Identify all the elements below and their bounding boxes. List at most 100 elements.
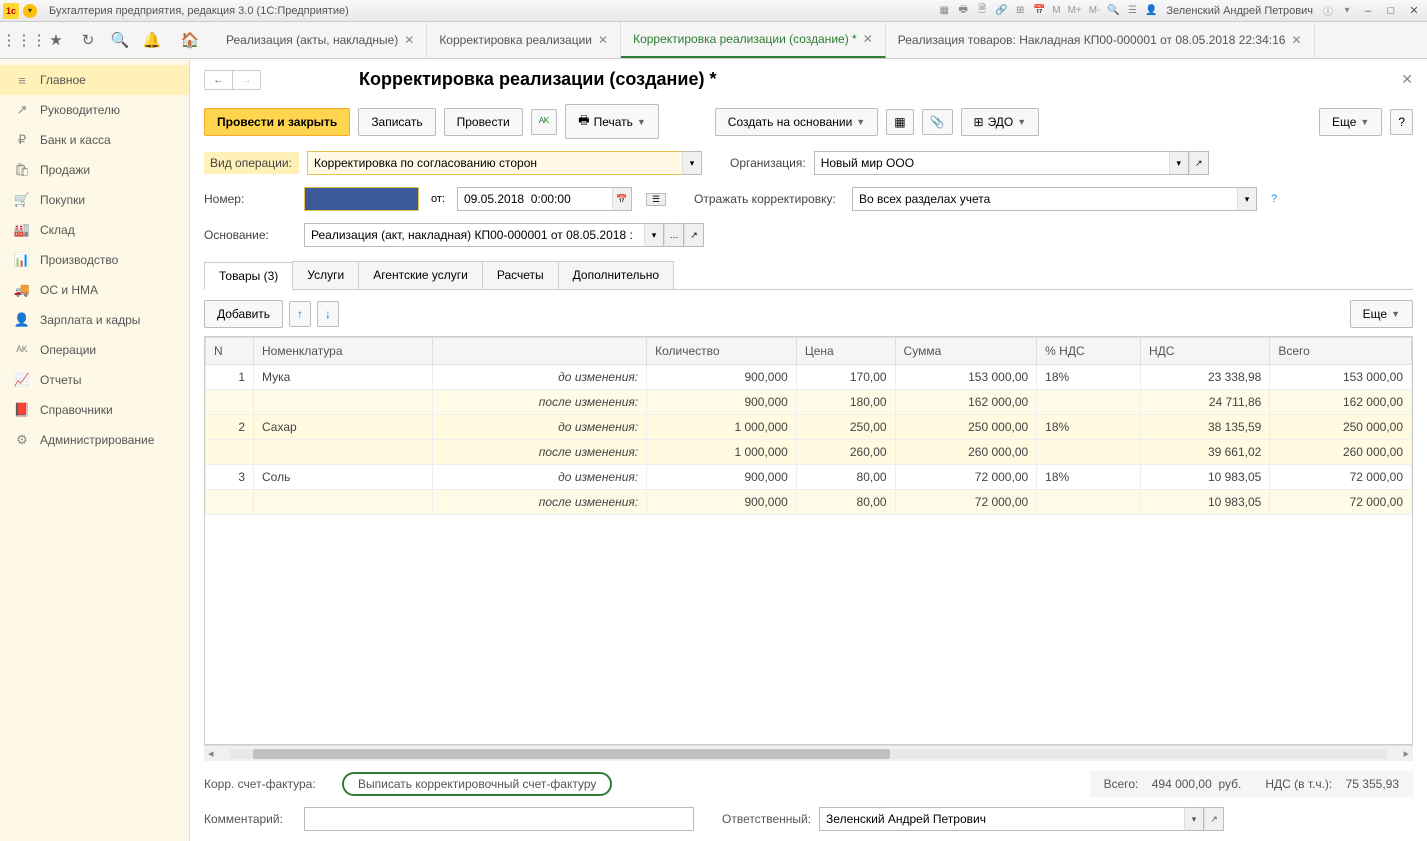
post-button[interactable]: Провести [444,108,523,136]
help-link[interactable]: ? [1271,193,1277,205]
table-row[interactable]: после изменения: 900,00080,0072 000,00 1… [206,490,1412,515]
inner-tab[interactable]: Расчеты [482,261,559,289]
create-based-button[interactable]: Создать на основании▼ [715,108,878,136]
close-page-button[interactable]: ✕ [1401,71,1413,88]
comment-input[interactable] [304,807,694,831]
clip-icon[interactable]: 🔗 [993,3,1009,19]
calendar-icon[interactable]: 📅 [1031,3,1047,19]
help-button[interactable]: ? [1390,109,1413,135]
nav-tab[interactable]: Корректировка реализации✕ [427,22,621,58]
nav-tab[interactable]: Корректировка реализации (создание) *✕ [621,22,886,58]
dropdown-icon[interactable]: ▾ [1339,3,1355,19]
column-header[interactable]: N [206,338,254,365]
reflect-input[interactable] [852,187,1237,211]
inner-tab[interactable]: Агентские услуги [358,261,483,289]
search-icon[interactable]: 🔍 [108,28,132,52]
more-button[interactable]: Еще▼ [1319,108,1382,136]
column-header[interactable]: Количество [647,338,797,365]
maximize-button[interactable]: □ [1381,3,1401,19]
move-up-button[interactable]: ↑ [289,301,311,327]
close-icon[interactable]: ✕ [1291,33,1301,47]
print-icon[interactable]: 🖶 [955,3,971,19]
column-header[interactable]: Цена [796,338,895,365]
info-icon[interactable]: ⓘ [1320,3,1336,19]
m-button[interactable]: M [1052,5,1060,16]
close-icon[interactable]: ✕ [598,33,608,47]
column-header[interactable]: Сумма [895,338,1037,365]
op-type-input[interactable] [307,151,682,175]
more-button[interactable]: … [664,223,684,247]
basis-input[interactable] [304,223,644,247]
dropdown-button[interactable]: ▾ [1169,151,1189,175]
inner-tab[interactable]: Товары (3) [204,262,293,290]
m-minus-button[interactable]: M- [1089,5,1101,16]
history-icon[interactable]: ↻ [76,28,100,52]
toolbar-icon[interactable]: ▦ [936,3,952,19]
dropdown-icon[interactable]: ▾ [23,4,37,18]
list-button[interactable]: ☰ [646,193,666,206]
grid-more-button[interactable]: Еще▼ [1350,300,1413,328]
move-down-button[interactable]: ↓ [317,301,339,327]
column-header[interactable]: Номенклатура [254,338,433,365]
column-header[interactable]: % НДС [1037,338,1141,365]
sidebar-item[interactable]: ᴬᴷОперации [0,335,189,365]
sidebar-item[interactable]: ⚙Администрирование [0,425,189,455]
calc-icon[interactable]: ⊞ [1012,3,1028,19]
column-header[interactable]: НДС [1140,338,1269,365]
org-input[interactable] [814,151,1169,175]
forward-button[interactable]: → [233,71,260,89]
attach-button[interactable]: 📎 [922,109,953,135]
open-button[interactable]: ↗ [684,223,704,247]
doc-icon[interactable]: 🗎 [974,3,990,19]
back-button[interactable]: ← [205,71,233,89]
sidebar-item[interactable]: 🏭Склад [0,215,189,245]
dropdown-button[interactable]: ▾ [682,151,702,175]
save-button[interactable]: Записать [358,108,435,136]
responsible-input[interactable] [819,807,1184,831]
write-invoice-button[interactable]: Выписать корректировочный счет-фактуру [342,772,612,796]
table-row[interactable]: 2Сахардо изменения: 1 000,000250,00250 0… [206,415,1412,440]
dropdown-button[interactable]: ▾ [644,223,664,247]
nav-tab[interactable]: Реализация (акты, накладные)✕ [214,22,427,58]
bell-icon[interactable]: 🔔 [140,28,164,52]
sidebar-item[interactable]: ↗Руководителю [0,95,189,125]
m-plus-button[interactable]: M+ [1068,5,1082,16]
sidebar-item[interactable]: 🚚ОС и НМА [0,275,189,305]
favorite-icon[interactable]: ★ [44,28,68,52]
related-button[interactable]: ▦ [886,109,913,135]
inner-tab[interactable]: Услуги [292,261,359,289]
sidebar-item[interactable]: 📈Отчеты [0,365,189,395]
sidebar-item[interactable]: ≡Главное [0,65,189,95]
sidebar-item[interactable]: ₽Банк и касса [0,125,189,155]
table-row[interactable]: после изменения: 900,000180,00162 000,00… [206,390,1412,415]
column-header[interactable] [433,338,647,365]
dropdown-button[interactable]: ▾ [1237,187,1257,211]
zoom-icon[interactable]: 🔍 [1105,3,1121,19]
edo-button[interactable]: ⊞ЭДО▼ [961,108,1040,136]
open-button[interactable]: ↗ [1189,151,1209,175]
close-icon[interactable]: ✕ [404,33,414,47]
open-button[interactable]: ↗ [1204,807,1224,831]
number-input[interactable] [304,187,419,211]
sidebar-item[interactable]: 👤Зарплата и кадры [0,305,189,335]
post-and-close-button[interactable]: Провести и закрыть [204,108,350,136]
close-icon[interactable]: ✕ [863,32,873,46]
table-row[interactable]: 1Мукадо изменения: 900,000170,00153 000,… [206,365,1412,390]
close-button[interactable]: ✕ [1404,3,1424,19]
table-row[interactable]: 3Сольдо изменения: 900,00080,0072 000,00… [206,465,1412,490]
horizontal-scrollbar[interactable]: ◂ ▸ [204,745,1413,761]
date-input[interactable] [457,187,612,211]
sidebar-item[interactable]: 🛍Продажи [0,155,189,185]
calendar-button[interactable]: 📅 [612,187,632,211]
goods-table[interactable]: NНоменклатура КоличествоЦенаСумма% НДСНДС… [204,336,1413,745]
dt-kt-button[interactable]: ᴬᴷ [531,109,558,135]
sidebar-item[interactable]: 🛒Покупки [0,185,189,215]
minimize-button[interactable]: – [1358,3,1378,19]
inner-tab[interactable]: Дополнительно [558,261,674,289]
list-icon[interactable]: ☰ [1124,3,1140,19]
column-header[interactable]: Всего [1270,338,1412,365]
home-icon[interactable]: 🏠 [178,28,202,52]
print-button[interactable]: 🖶Печать▼ [565,104,659,139]
add-button[interactable]: Добавить [204,300,283,328]
table-row[interactable]: после изменения: 1 000,000260,00260 000,… [206,440,1412,465]
